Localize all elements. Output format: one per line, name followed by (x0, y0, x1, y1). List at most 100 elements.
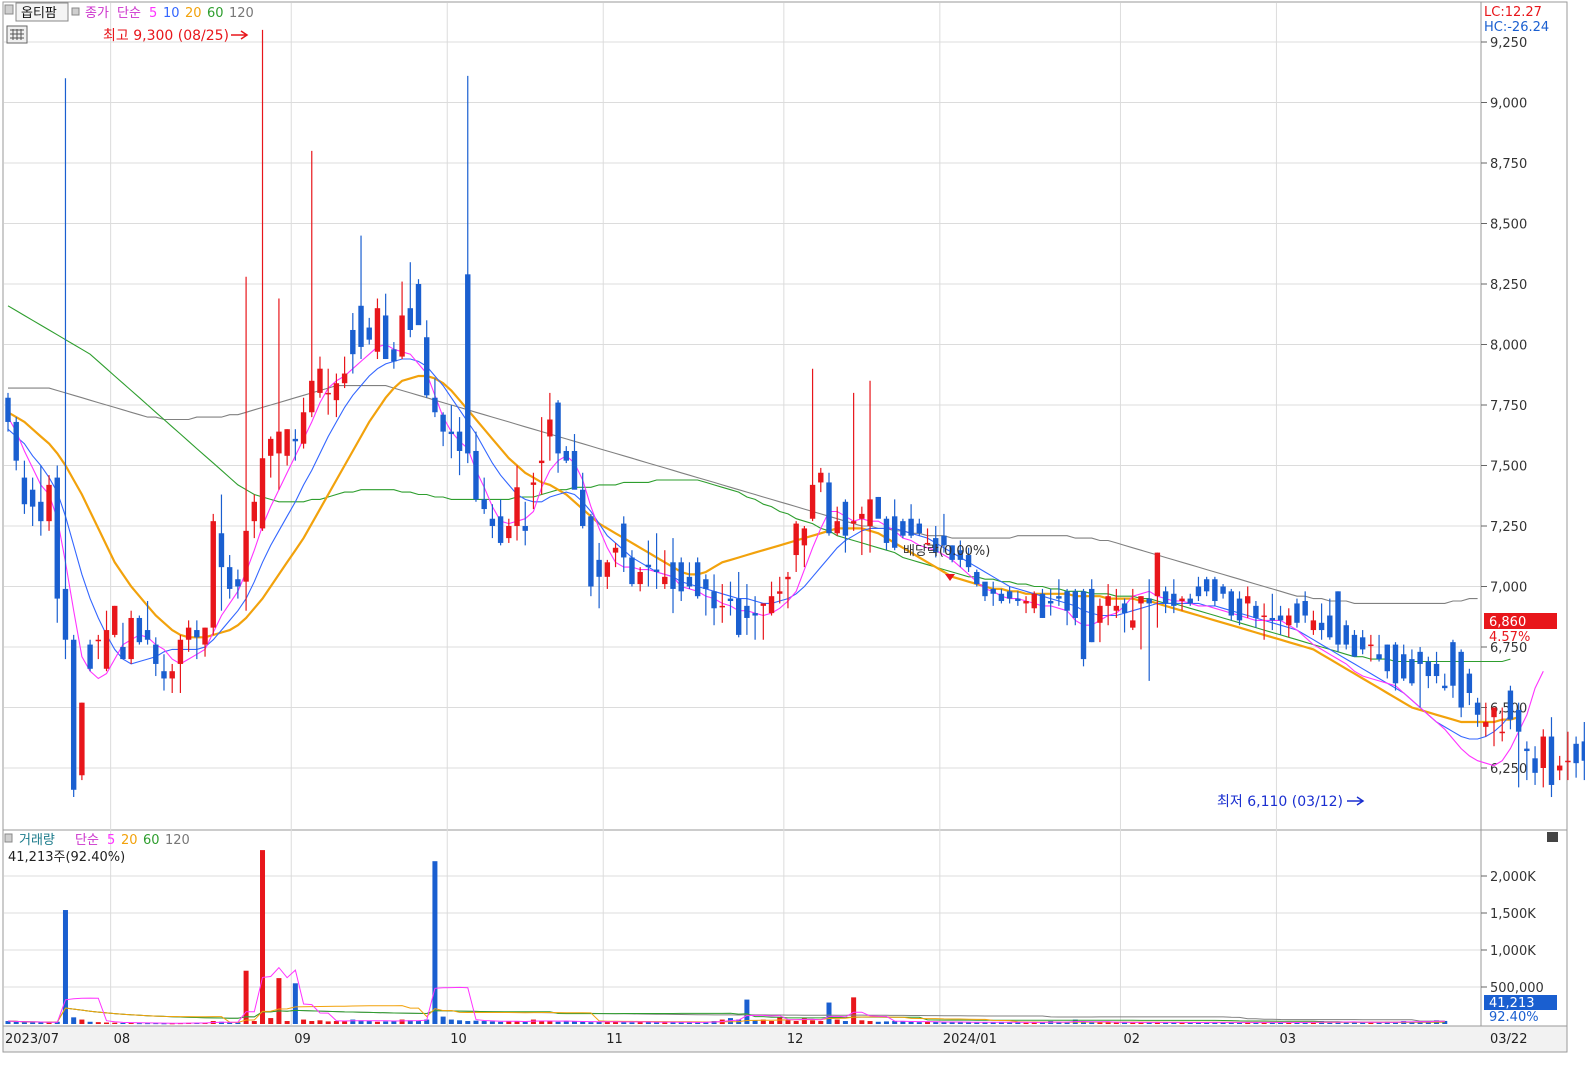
candle-body (900, 521, 906, 536)
volume-bar (120, 1022, 126, 1024)
legend-toggle-icon[interactable] (4, 4, 14, 15)
candle-body (580, 489, 586, 526)
volume-bar (62, 910, 68, 1024)
candle-body (5, 397, 11, 422)
volume-bar (38, 1022, 44, 1024)
x-axis-label: 02 (1123, 1032, 1140, 1047)
y-tick-label: 7,250 (1490, 520, 1527, 535)
candle-body (1039, 593, 1046, 618)
volume-bar (13, 1021, 19, 1024)
volume-bar (104, 1022, 110, 1024)
candle-body (571, 450, 578, 490)
candle-body (1442, 685, 1448, 689)
candle-body (891, 516, 898, 548)
volume-bar (883, 1021, 889, 1024)
y-tick-label: 7,000 (1490, 581, 1527, 596)
y-tick-label: 9,250 (1490, 36, 1527, 51)
candle-body (1064, 591, 1070, 611)
ma-toggle-icon[interactable] (71, 7, 80, 16)
volume-bar (596, 1021, 602, 1024)
candle-body (317, 368, 323, 393)
volume-bar (908, 1021, 914, 1024)
candle-body (1466, 673, 1473, 693)
candle-body (744, 605, 750, 618)
candle-body (194, 630, 200, 638)
candle-body (1343, 625, 1349, 645)
volume-bar (834, 1019, 840, 1024)
volume-ma-legend-label: 단순 (75, 833, 99, 848)
candle-body (604, 562, 611, 577)
candle-body (185, 627, 192, 640)
volume-bar (629, 1022, 635, 1024)
y-tick-label: 8,750 (1490, 157, 1527, 172)
candle-body (735, 598, 742, 635)
volume-bar (818, 1021, 824, 1024)
panel-close-icon[interactable] (1547, 832, 1558, 842)
candle-body (161, 671, 167, 679)
candle-body (46, 484, 52, 522)
candle-body (711, 591, 717, 609)
candle-body (481, 499, 487, 510)
volume-bar (432, 861, 438, 1024)
candle-body (350, 329, 356, 355)
stock-chart: 9,250 9,000 8,750 8,500 8,250 8,000 7,750 7,500… (2, 1, 1585, 1053)
volume-toggle-icon[interactable] (4, 833, 13, 843)
volume-bar (448, 1019, 454, 1024)
candle-body (259, 458, 266, 529)
candle-body (13, 421, 19, 461)
volume-bar (588, 1022, 594, 1024)
candle-body (1261, 615, 1267, 618)
candle-body (218, 533, 225, 568)
candle-body (136, 617, 143, 643)
candle-body (391, 349, 397, 362)
ma-legend-label: 20 (185, 6, 202, 21)
candle-body (112, 605, 118, 635)
candle-body (1097, 605, 1103, 623)
candle-body (382, 315, 389, 360)
candle-body (38, 501, 44, 522)
candle-body (432, 397, 438, 413)
candle-body (1491, 707, 1497, 718)
candle-body (842, 501, 849, 536)
volume-tick-label: 2,000K (1490, 870, 1536, 885)
candle-body (489, 518, 496, 526)
candle-body (1195, 586, 1202, 597)
volume-bar (851, 997, 857, 1024)
candle-body (276, 431, 282, 454)
candle-body (1335, 591, 1341, 645)
candle-body (990, 588, 996, 594)
candle-body (325, 392, 331, 395)
candle-body (1253, 605, 1259, 618)
candle-body (1072, 591, 1078, 618)
candle-body (637, 571, 643, 585)
volume-bar (87, 1021, 93, 1024)
volume-bar (662, 1022, 668, 1024)
candle-body (497, 516, 504, 543)
candle-body (1483, 722, 1489, 727)
volume-bar (260, 850, 266, 1024)
volume-bar (810, 1020, 816, 1024)
volume-bar (547, 1021, 553, 1024)
candle-body (834, 521, 840, 534)
volume-bar (974, 1022, 980, 1024)
candle-body (752, 613, 758, 616)
volume-bar (555, 1021, 561, 1024)
candle-body (850, 521, 857, 524)
lc-value: LC:12.27 (1484, 5, 1542, 20)
candle-body (1245, 596, 1251, 604)
candle-body (341, 373, 348, 384)
candle-body (54, 477, 60, 599)
candle-body (1286, 615, 1292, 626)
candle-body (465, 274, 471, 454)
volume-bar (309, 1021, 315, 1024)
volume-ma-legend-label: 20 (121, 833, 138, 848)
candle-body (366, 327, 372, 340)
candle-body (1548, 736, 1555, 785)
volume-bar (30, 1022, 36, 1024)
ma-legend-label: 5 (149, 6, 157, 21)
candle-body (1138, 596, 1144, 604)
volume-bar (416, 1021, 421, 1024)
candle-body (153, 644, 159, 664)
candle-body (768, 596, 775, 614)
volume-bar (473, 1020, 479, 1024)
